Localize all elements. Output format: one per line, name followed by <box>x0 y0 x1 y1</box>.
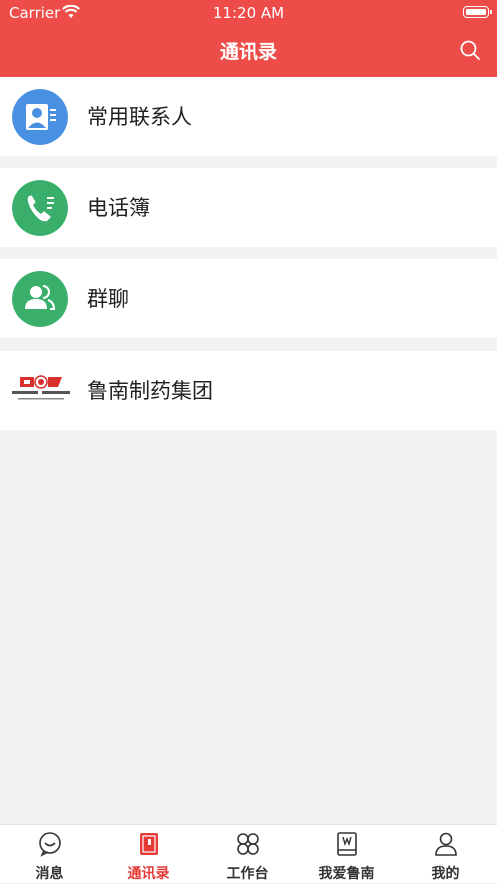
tab-workbench[interactable]: 工作台 <box>198 825 297 884</box>
tab-i-love-lunan[interactable]: 我爱鲁南 <box>297 825 396 884</box>
contacts-book-icon <box>140 833 158 855</box>
workbench-icon <box>237 833 259 855</box>
tab-contacts[interactable]: 通讯录 <box>99 825 198 884</box>
message-icon <box>39 832 61 857</box>
list-item-company[interactable]: 鲁南制药集团 <box>0 351 497 430</box>
list-item-label: 群聊 <box>87 287 129 311</box>
phone-book-icon <box>12 180 68 236</box>
profile-icon <box>435 832 457 856</box>
list-item-label: 鲁南制药集团 <box>87 379 213 403</box>
company-logo <box>12 375 70 400</box>
tab-label: 消息 <box>35 866 64 882</box>
group-chat-icon <box>12 271 68 327</box>
bottom-tab-bar: 消息 通讯录 工作台 我爱鲁南 我的 <box>0 824 497 883</box>
frequent-contacts-icon <box>12 89 68 145</box>
list-item-label: 常用联系人 <box>87 105 192 129</box>
list-item-frequent-contacts[interactable]: 常用联系人 <box>0 77 497 156</box>
tab-label: 我爱鲁南 <box>318 866 375 882</box>
tab-label: 工作台 <box>226 866 269 882</box>
list-item-group-chat[interactable]: 群聊 <box>0 259 497 338</box>
tab-label: 我的 <box>431 866 460 882</box>
tab-label: 通讯录 <box>127 866 170 882</box>
book-icon <box>337 832 357 856</box>
battery-icon <box>463 6 492 18</box>
tab-messages[interactable]: 消息 <box>0 825 99 884</box>
clock: 11:20 AM <box>212 4 285 22</box>
status-bar: Carrier 11:20 AM <box>0 0 497 26</box>
search-icon[interactable] <box>459 39 481 61</box>
list-item-phone-book[interactable]: 电话簿 <box>0 168 497 247</box>
top-nav-bar: Carrier 11:20 AM 通讯录 <box>0 0 497 77</box>
page-title: 通讯录 <box>219 41 277 63</box>
list-item-label: 电话簿 <box>87 196 150 220</box>
tab-profile[interactable]: 我的 <box>396 825 495 884</box>
